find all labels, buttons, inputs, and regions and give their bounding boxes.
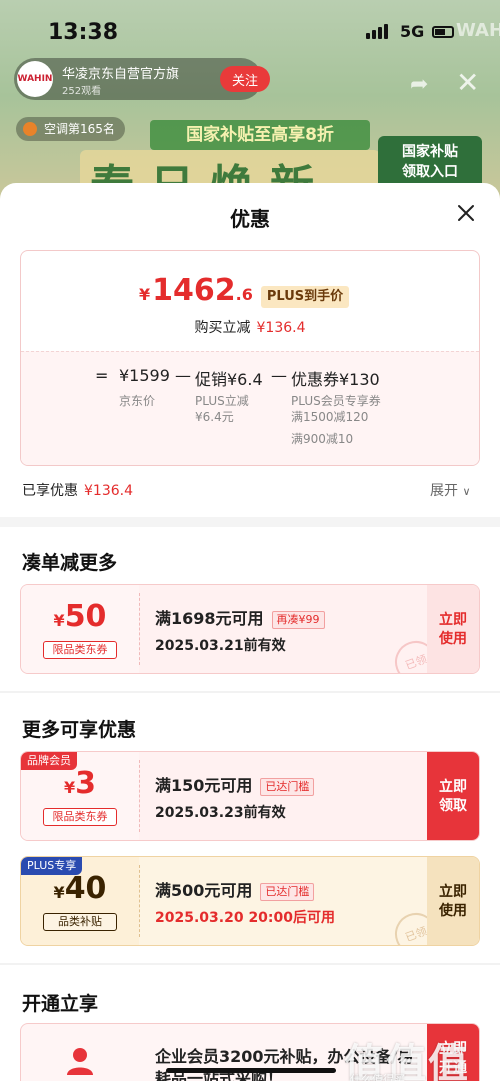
coupon-type: 品类补贴 xyxy=(43,913,117,931)
coupon-condition: 满150元可用 已达门槛 xyxy=(155,772,315,796)
coupon-sub-3: 满900减10 xyxy=(291,432,354,446)
gov-subsidy-line2: 领取入口 xyxy=(402,164,458,180)
coupon-condition: 满500元可用 已达门槛 xyxy=(155,877,315,901)
claim-now-button[interactable]: 立即 领取 xyxy=(427,752,479,840)
minus-sign: — xyxy=(175,366,191,385)
coupon-amount: ¥3 xyxy=(63,766,96,801)
instant-discount: 购买立减 ¥136.4 xyxy=(21,317,479,337)
use-now-button[interactable]: 立即 使用 xyxy=(427,585,479,673)
follow-button[interactable]: 关注 xyxy=(220,66,270,92)
battery-icon xyxy=(432,26,454,38)
chevron-down-icon: ∨ xyxy=(462,485,471,498)
section-title-open: 开通立享 xyxy=(22,993,99,1015)
price-integer: 1462 xyxy=(152,273,236,308)
coupon-validity: 2025.03.21前有效 xyxy=(155,638,286,654)
site-watermark-sub: 什么值得买 xyxy=(350,1073,405,1081)
section-divider xyxy=(0,963,500,965)
user-icon xyxy=(67,1048,93,1075)
instant-label: 购买立减 xyxy=(194,320,251,336)
gov-subsidy-line1: 国家补贴 xyxy=(402,144,458,160)
coupon-condition: 满1698元可用 再凑¥99 xyxy=(155,605,325,629)
corner-watermark: WAHI xyxy=(456,20,500,41)
section-divider xyxy=(0,691,500,693)
price-decimal: .6 xyxy=(235,285,253,304)
use-now-button[interactable]: 立即 使用 xyxy=(427,857,479,945)
expand-toggle[interactable]: 展开 ∨ xyxy=(430,480,471,500)
status-time: 13:38 xyxy=(48,20,119,45)
host-info[interactable]: WAHIN 华凌京东自营官方旗 252观看 关注 xyxy=(14,58,270,100)
brand-member-tag: 品牌会员 xyxy=(21,752,77,770)
signal-icon xyxy=(366,24,388,39)
jd-price-label: 京东价 xyxy=(119,394,156,408)
coupon-amount: ¥40 xyxy=(53,871,107,906)
promo-sub-2: ¥6.4元 xyxy=(195,410,234,424)
status-bar: 13:38 5G WAHI xyxy=(0,0,500,64)
network-label: 5G xyxy=(400,22,425,41)
view-count: 252观看 xyxy=(62,86,102,97)
coupon-badge: 再凑¥99 xyxy=(271,610,325,629)
coupon-card[interactable]: ¥50 限品类东券 满1698元可用 再凑¥99 2025.03.21前有效 已领… xyxy=(20,584,480,674)
sheet-title: 优惠 xyxy=(230,207,270,231)
coupon-validity: 2025.03.23前有效 xyxy=(155,805,286,821)
close-live-icon[interactable]: ✕ xyxy=(456,66,479,99)
coupon-amount: ¥50 xyxy=(53,599,107,634)
minus-sign: — xyxy=(271,366,287,385)
section-title-extra: 更多可享优惠 xyxy=(22,719,137,741)
coupon-validity: 2025.03.20 20:00后可用 xyxy=(155,910,336,926)
coupon-badge: 已达门槛 xyxy=(260,882,315,901)
plus-price-tag: PLUS到手价 xyxy=(260,286,350,308)
instant-value: ¥136.4 xyxy=(256,320,306,336)
final-price: ¥ 1462 .6 PLUS到手价 xyxy=(139,273,350,308)
coupon-badge: 已达门槛 xyxy=(260,777,315,796)
equals-sign: = xyxy=(95,366,109,385)
promo-amount: 促销¥6.4 xyxy=(195,370,263,389)
host-name: 华凌京东自营官方旗 xyxy=(62,67,180,82)
coupon-sub-2: 满1500减120 xyxy=(291,410,369,424)
coupon-type: 限品类东券 xyxy=(43,808,117,826)
promo-sub-1: PLUS立减 xyxy=(195,394,249,408)
rank-pill[interactable]: 空调第165名 xyxy=(16,117,125,141)
coupon-card[interactable]: ¥3 限品类东券 品牌会员 满150元可用 已达门槛 2025.03.23前有效 … xyxy=(20,751,480,841)
discount-sheet: 优惠 ¥ 1462 .6 PLUS到手价 购买立减 ¥136.4 = ¥1599 … xyxy=(0,183,500,1081)
enjoyed-value: ¥136.4 xyxy=(84,483,133,499)
coupon-type: 限品类东券 xyxy=(43,641,117,659)
host-avatar[interactable]: WAHIN xyxy=(17,61,53,97)
section-divider xyxy=(0,517,500,527)
plus-exclusive-tag: PLUS专享 xyxy=(21,857,83,875)
coupon-amount: 优惠券¥130 xyxy=(291,370,380,389)
close-icon[interactable] xyxy=(452,199,480,227)
price-currency: ¥ xyxy=(139,285,151,304)
share-icon[interactable]: ➦ xyxy=(410,72,428,97)
price-breakdown: = ¥1599 — 促销¥6.4 — 优惠券¥130 京东价 PLUS立减 ¥6… xyxy=(21,351,479,465)
expand-label: 展开 xyxy=(430,483,458,499)
price-card: ¥ 1462 .6 PLUS到手价 购买立减 ¥136.4 = ¥1599 — 促… xyxy=(20,250,480,466)
home-indicator xyxy=(166,1068,336,1073)
jd-price: ¥1599 xyxy=(119,366,170,385)
coupon-card[interactable]: ¥40 品类补贴 PLUS专享 满500元可用 已达门槛 2025.03.20 2… xyxy=(20,856,480,946)
enjoyed-label: 已享优惠 xyxy=(22,483,78,499)
promo-banner: 国家补贴至高享8折 xyxy=(150,120,370,150)
section-title-more: 凑单减更多 xyxy=(22,552,118,574)
coupon-sub-1: PLUS会员专享券 xyxy=(291,394,381,408)
enjoyed-discount: 已享优惠 ¥136.4 xyxy=(22,480,133,500)
